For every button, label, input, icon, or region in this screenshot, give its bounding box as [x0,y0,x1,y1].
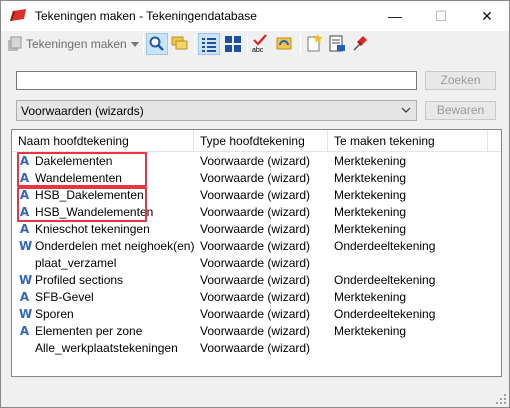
column-header-name[interactable]: Naam hoofdtekening [12,130,194,152]
table-row[interactable]: A SFB-Gevel Voorwaarde (wizard) Merkteke… [12,289,501,306]
minimize-button[interactable]: — [372,1,418,31]
chevron-down-icon [401,107,411,113]
search-button[interactable]: Zoeken [425,71,496,90]
drawings-dropdown-label: Tekeningen maken [26,37,127,51]
row-name: Knieschot tekeningen [35,222,150,236]
highlight-box-roof-wall [17,152,147,187]
save-button[interactable]: Bewaren [425,101,496,120]
row-target: Onderdeeltekening [334,239,436,253]
row-name: Onderdelen met neighoek(en) [35,239,195,253]
single-part-wizard-icon: W [19,239,33,253]
assembly-wizard-icon: A [19,222,30,236]
row-target: Onderdeeltekening [334,273,436,287]
window-title: Tekeningen maken - Tekeningendatabase [35,9,257,23]
pin-icon [353,36,367,51]
dialog-window: Tekeningen maken - Tekeningendatabase — … [0,0,510,408]
pin-button[interactable] [350,33,372,55]
table-row[interactable]: plaat_verzamel Voorwaarde (wizard) [12,255,501,272]
new-item-button[interactable] [304,33,326,55]
row-type: Voorwaarde (wizard) [200,188,311,202]
row-name: Elementen per zone [35,324,143,338]
no-icon [19,256,30,270]
single-part-wizard-icon: W [19,307,33,321]
row-target: Merktekening [334,222,407,236]
icon-view-button[interactable] [222,33,244,55]
drawings-dropdown-button[interactable]: Tekeningen maken [4,33,141,55]
row-type: Voorwaarde (wizard) [200,341,311,355]
svg-text:abc: abc [252,47,264,53]
spellcheck-icon: abc [252,34,267,53]
row-name: SFB-Gevel [35,290,94,304]
row-target: Merktekening [334,188,407,202]
row-type: Voorwaarde (wizard) [200,273,311,287]
row-type: Voorwaarde (wizard) [200,171,311,185]
toolbar: Tekeningen maken abc [1,31,509,59]
row-target: Merktekening [334,205,407,219]
table-row[interactable]: A Knieschot tekeningen Voorwaarde (wizar… [12,221,501,238]
row-type: Voorwaarde (wizard) [200,256,311,270]
no-icon [19,341,30,355]
row-target: Merktekening [334,154,407,168]
app-icon [9,8,27,22]
folders-icon [171,36,188,50]
folders-button[interactable] [170,33,192,55]
details-view-button[interactable] [198,33,220,55]
refresh-drawings-button[interactable] [274,33,296,55]
row-type: Voorwaarde (wizard) [200,222,311,236]
assembly-wizard-icon: A [19,290,30,304]
row-name: Profiled sections [35,273,124,287]
table-row[interactable]: W Sporen Voorwaarde (wizard) Onderdeelte… [12,306,501,323]
grid-view-icon [225,36,241,52]
row-target: Merktekening [334,324,407,338]
table-row[interactable]: W Profiled sections Voorwaarde (wizard) … [12,272,501,289]
spellcheck-button[interactable]: abc [251,33,273,55]
close-button[interactable]: ✕ [464,1,510,31]
single-part-wizard-icon: W [19,273,33,287]
create-drawings-icon [8,36,22,51]
resize-grip-icon[interactable] [496,394,506,404]
row-type: Voorwaarde (wizard) [200,205,311,219]
table-row[interactable]: Alle_werkplaatstekeningen Voorwaarde (wi… [12,340,501,357]
drawings-list[interactable]: Naam hoofdtekening Type hoofdtekening Te… [11,129,502,377]
title-bar[interactable]: Tekeningen maken - Tekeningendatabase — … [1,1,509,31]
new-document-icon [307,34,323,52]
toolbar-separator [194,34,195,54]
row-target: Onderdeeltekening [334,307,436,321]
toolbar-separator [143,34,144,54]
assembly-wizard-icon: A [19,324,30,338]
row-name: Sporen [35,307,74,321]
toolbar-separator [247,34,248,54]
filter-select[interactable]: Voorwaarden (wizards) [16,100,417,121]
row-target: Merktekening [334,290,407,304]
list-view-icon [202,38,216,52]
table-row[interactable]: W Onderdelen met neighoek(en) Voorwaarde… [12,238,501,255]
row-type: Voorwaarde (wizard) [200,154,311,168]
dropdown-arrow-icon [131,42,139,47]
list-header: Naam hoofdtekening Type hoofdtekening Te… [12,130,501,152]
table-row[interactable]: A Elementen per zone Voorwaarde (wizard)… [12,323,501,340]
properties-icon [329,35,345,52]
properties-button[interactable] [327,33,349,55]
maximize-button[interactable]: ☐ [418,1,464,31]
refresh-icon [276,37,292,50]
row-name: plaat_verzamel [35,256,117,270]
row-type: Voorwaarde (wizard) [200,239,311,253]
row-target: Merktekening [334,171,407,185]
magnifier-icon [149,36,164,51]
row-type: Voorwaarde (wizard) [200,324,311,338]
row-type: Voorwaarde (wizard) [200,290,311,304]
filter-select-value: Voorwaarden (wizards) [21,104,144,118]
column-header-target[interactable]: Te maken tekening [328,130,488,152]
row-type: Voorwaarde (wizard) [200,307,311,321]
search-input[interactable] [16,71,417,90]
column-header-type[interactable]: Type hoofdtekening [194,130,328,152]
highlight-box-hsb [17,187,147,222]
status-bar [1,385,509,407]
search-tool-button[interactable] [146,33,168,55]
row-name: Alle_werkplaatstekeningen [35,341,178,355]
toolbar-separator [300,34,301,54]
